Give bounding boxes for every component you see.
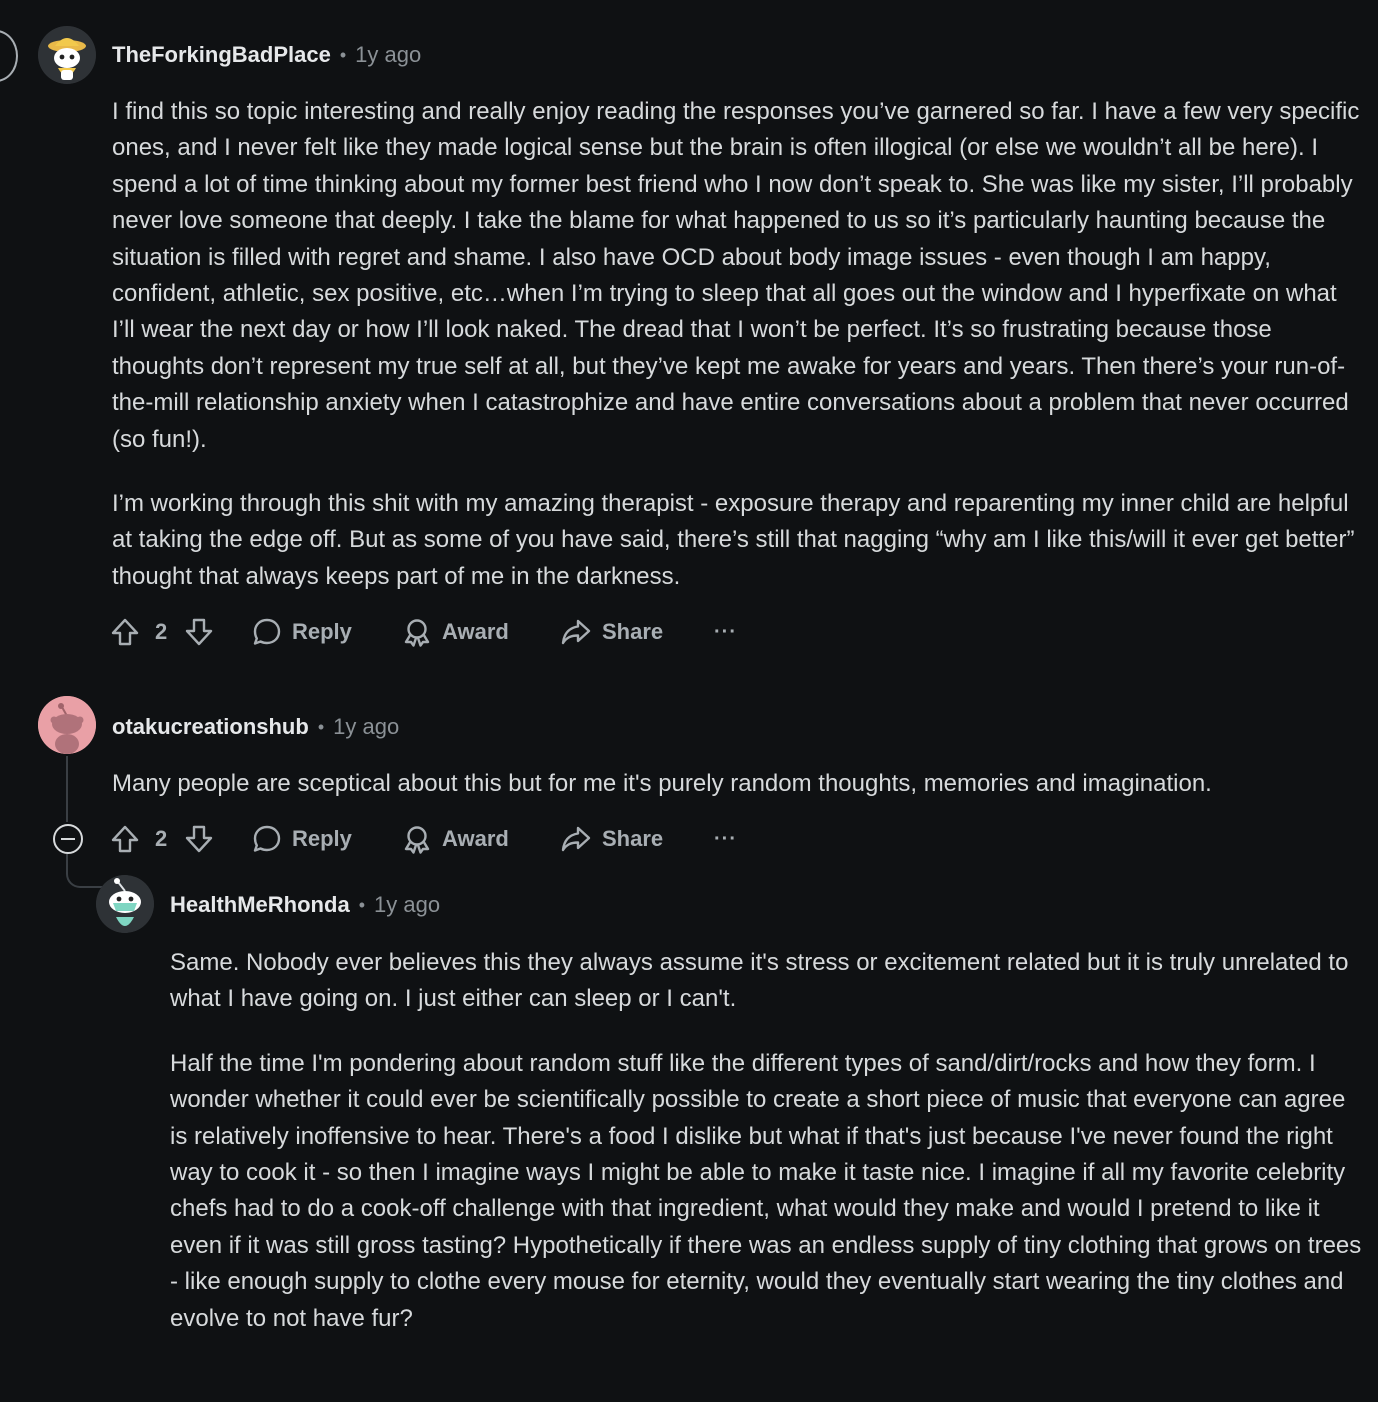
thread-line[interactable] xyxy=(66,756,68,822)
more-dots-icon: ··· xyxy=(714,620,737,643)
comment-body: Same. Nobody ever believes this they alw… xyxy=(170,945,1364,1337)
username[interactable]: HealthMeRhonda xyxy=(170,892,350,918)
upvote-arrow-icon xyxy=(111,825,139,853)
timestamp[interactable]: 1y ago xyxy=(333,714,399,740)
downvote-arrow-icon xyxy=(185,825,213,853)
share-label: Share xyxy=(602,619,664,644)
upvote-button[interactable] xyxy=(110,819,140,859)
award-label: Award xyxy=(442,826,509,851)
award-button[interactable]: Award xyxy=(402,612,509,652)
more-options-button[interactable]: ··· xyxy=(714,612,737,652)
meta-separator: • xyxy=(317,716,325,737)
snoo-avatar-hat-icon xyxy=(38,26,96,84)
snoo-mask-avatar-icon xyxy=(96,875,154,933)
user-avatar[interactable] xyxy=(96,875,154,933)
username[interactable]: TheForkingBadPlace xyxy=(112,42,331,68)
timestamp[interactable]: 1y ago xyxy=(374,892,440,918)
reply-label: Reply xyxy=(292,619,352,644)
share-button[interactable]: Share xyxy=(560,819,663,859)
comment-paragraph: I find this so topic interesting and rea… xyxy=(112,98,1360,453)
comment-meta: otakucreationshub • 1y ago xyxy=(112,712,399,742)
upvote-arrow-icon xyxy=(111,618,139,646)
share-arrow-icon xyxy=(561,826,591,852)
user-avatar[interactable] xyxy=(38,696,96,754)
more-dots-icon: ··· xyxy=(714,827,737,850)
share-label: Share xyxy=(602,826,664,851)
comment-paragraph: Half the time I'm pondering about random… xyxy=(170,1049,1362,1332)
comment-meta: TheForkingBadPlace • 1y ago xyxy=(112,40,421,70)
award-ribbon-icon xyxy=(404,826,430,854)
share-button[interactable]: Share xyxy=(560,612,663,652)
reply-label: Reply xyxy=(292,826,352,851)
comment-actions: 2 Reply Award Share ··· xyxy=(110,819,810,859)
meta-separator: • xyxy=(358,894,365,915)
downvote-arrow-icon xyxy=(185,618,213,646)
award-label: Award xyxy=(442,619,509,644)
timestamp[interactable]: 1y ago xyxy=(355,42,421,68)
comment-actions: 2 Reply Award Share ··· xyxy=(110,612,810,652)
vote-count: 2 xyxy=(155,619,168,644)
speech-bubble-icon xyxy=(253,618,281,645)
meta-separator: • xyxy=(339,44,347,65)
comment-meta: HealthMeRhonda • 1y ago xyxy=(170,890,440,920)
collapse-thread-button[interactable] xyxy=(53,824,83,854)
comment-thread: TheForkingBadPlace • 1y ago I find this … xyxy=(0,0,1378,1402)
comment-paragraph: Many people are sceptical about this but… xyxy=(112,770,1212,797)
comment-paragraph: I’m working through this shit with my am… xyxy=(112,490,1355,590)
comment: TheForkingBadPlace • 1y ago I find this … xyxy=(0,0,1378,660)
username[interactable]: otakucreationshub xyxy=(112,714,309,740)
comment-body: Many people are sceptical about this but… xyxy=(112,766,1362,802)
share-arrow-icon xyxy=(561,619,591,645)
award-ribbon-icon xyxy=(404,619,430,647)
speech-bubble-icon xyxy=(253,825,281,852)
reply-comment: HealthMeRhonda • 1y ago Same. Nobody eve… xyxy=(0,870,1378,1402)
snoo-default-avatar-icon xyxy=(38,696,96,754)
more-options-button[interactable]: ··· xyxy=(714,819,737,859)
reply-button[interactable]: Reply xyxy=(252,612,352,652)
comment-body: I find this so topic interesting and rea… xyxy=(112,94,1362,595)
award-button[interactable]: Award xyxy=(402,819,509,859)
reply-button[interactable]: Reply xyxy=(252,819,352,859)
comment-paragraph: Same. Nobody ever believes this they alw… xyxy=(170,949,1349,1013)
user-avatar[interactable] xyxy=(38,26,96,84)
vote-count: 2 xyxy=(155,826,168,851)
downvote-button[interactable] xyxy=(184,612,214,652)
downvote-button[interactable] xyxy=(184,819,214,859)
upvote-button[interactable] xyxy=(110,612,140,652)
